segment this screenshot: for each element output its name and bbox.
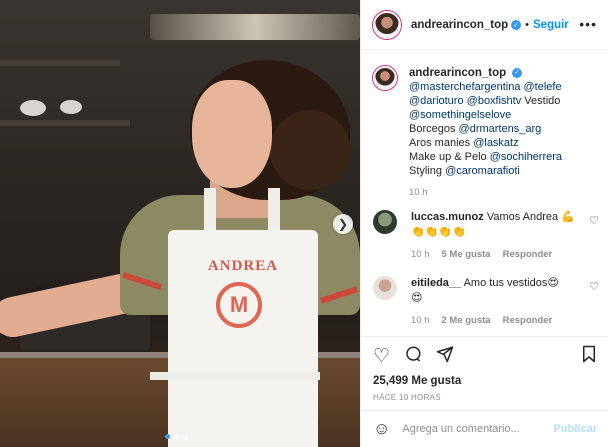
- reply-button[interactable]: Responder: [503, 313, 553, 328]
- studio-light: [150, 14, 360, 40]
- caption-text: Aros manies: [409, 137, 471, 149]
- avatar[interactable]: [373, 276, 397, 300]
- caption-text: Borcegos: [409, 123, 456, 135]
- comment-text: 😍: [411, 292, 423, 304]
- apron-name: ANDREA: [207, 258, 279, 274]
- kitchen-shelf: [0, 120, 130, 126]
- verified-badge-icon: ✓: [512, 68, 523, 79]
- carousel-dot-active: [165, 434, 170, 439]
- heart-outline-icon[interactable]: ♡: [373, 347, 390, 366]
- post-header: andrearincon_top ✓ • Seguir •••: [361, 0, 608, 50]
- comments-list[interactable]: andrearincon_top ✓ @masterchefargentina …: [361, 50, 608, 336]
- follow-button[interactable]: Seguir: [533, 19, 569, 31]
- mention-link[interactable]: @telefe: [524, 81, 562, 93]
- comment-item: eitileda__ Amo tus vestidos😍 😍 10 h 2 Me…: [373, 276, 599, 328]
- bowl: [20, 100, 46, 116]
- comment-timestamp[interactable]: 10 h: [411, 313, 430, 328]
- apron-tie: [150, 372, 320, 380]
- kitchen-shelf: [0, 60, 120, 66]
- avatar[interactable]: [373, 210, 397, 234]
- caption-text: Styling: [409, 165, 443, 177]
- post-caption: andrearincon_top ✓ @masterchefargentina …: [373, 66, 599, 200]
- heart-outline-icon[interactable]: ♡: [589, 214, 599, 227]
- mention-link[interactable]: @somethingelselove: [409, 109, 511, 121]
- face: [192, 80, 272, 188]
- avatar[interactable]: [373, 66, 397, 90]
- verified-badge-icon: ✓: [511, 19, 522, 30]
- more-options-icon[interactable]: •••: [579, 16, 597, 32]
- post-actions: ♡ 25,499 Me gusta HACE 10 HORAS: [361, 336, 608, 402]
- carousel-dot: [183, 434, 188, 439]
- mention-link[interactable]: @caromarafioti: [445, 165, 520, 177]
- comment-text: 👏👏👏👏: [411, 226, 466, 238]
- masterchef-logo: M: [216, 282, 262, 328]
- caption-text: Vestido: [524, 95, 561, 107]
- carousel-dot: [174, 434, 179, 439]
- separator-dot: •: [525, 18, 529, 31]
- mention-link[interactable]: @drmartens_arg: [459, 123, 542, 135]
- comment-likes[interactable]: 5 Me gusta: [442, 247, 491, 262]
- comment-timestamp[interactable]: 10 h: [411, 247, 430, 262]
- caption-text: Make up & Pelo: [409, 151, 487, 163]
- comment-bubble-icon[interactable]: [404, 345, 422, 367]
- reply-button[interactable]: Responder: [503, 247, 553, 262]
- mention-link[interactable]: @darioturo: [409, 95, 464, 107]
- likes-count[interactable]: 25,499 Me gusta: [373, 375, 597, 387]
- mention-link[interactable]: @sochiherrera: [490, 151, 562, 163]
- heart-outline-icon[interactable]: ♡: [589, 280, 599, 293]
- comment-username[interactable]: eitileda__: [411, 277, 461, 289]
- publish-button[interactable]: Publicar: [554, 423, 597, 435]
- mention-link[interactable]: @boxfishtv: [467, 95, 522, 107]
- mention-link[interactable]: @masterchefargentina: [409, 81, 520, 93]
- add-comment-bar: ☺ Publicar: [361, 410, 608, 447]
- post-photo[interactable]: ANDREA M ❯: [0, 0, 360, 447]
- comment-username[interactable]: luccas.munoz: [411, 211, 484, 223]
- post-sidebar: andrearincon_top ✓ • Seguir ••• andreari…: [360, 0, 608, 447]
- comment-text: Amo tus vestidos😍: [463, 277, 559, 289]
- caption-timestamp[interactable]: 10 h: [409, 186, 562, 200]
- bookmark-icon[interactable]: [581, 345, 597, 367]
- paper-plane-icon[interactable]: [436, 345, 454, 367]
- bowl: [60, 100, 82, 114]
- header-username[interactable]: andrearincon_top: [411, 19, 508, 31]
- hair: [270, 110, 350, 190]
- mention-link[interactable]: @laskatz: [473, 137, 518, 149]
- smiley-icon[interactable]: ☺: [373, 419, 390, 439]
- carousel-dots: [165, 434, 188, 439]
- post-timestamp[interactable]: HACE 10 HORAS: [373, 393, 597, 402]
- comment-likes[interactable]: 2 Me gusta: [442, 313, 491, 328]
- avatar[interactable]: [373, 10, 401, 39]
- comment-item: luccas.munoz Vamos Andrea 💪 👏👏👏👏 10 h 5 …: [373, 210, 599, 262]
- caption-username[interactable]: andrearincon_top: [409, 67, 506, 79]
- chevron-right-icon[interactable]: ❯: [333, 214, 353, 234]
- comment-input[interactable]: [402, 423, 554, 435]
- comment-text: Vamos Andrea 💪: [486, 211, 575, 223]
